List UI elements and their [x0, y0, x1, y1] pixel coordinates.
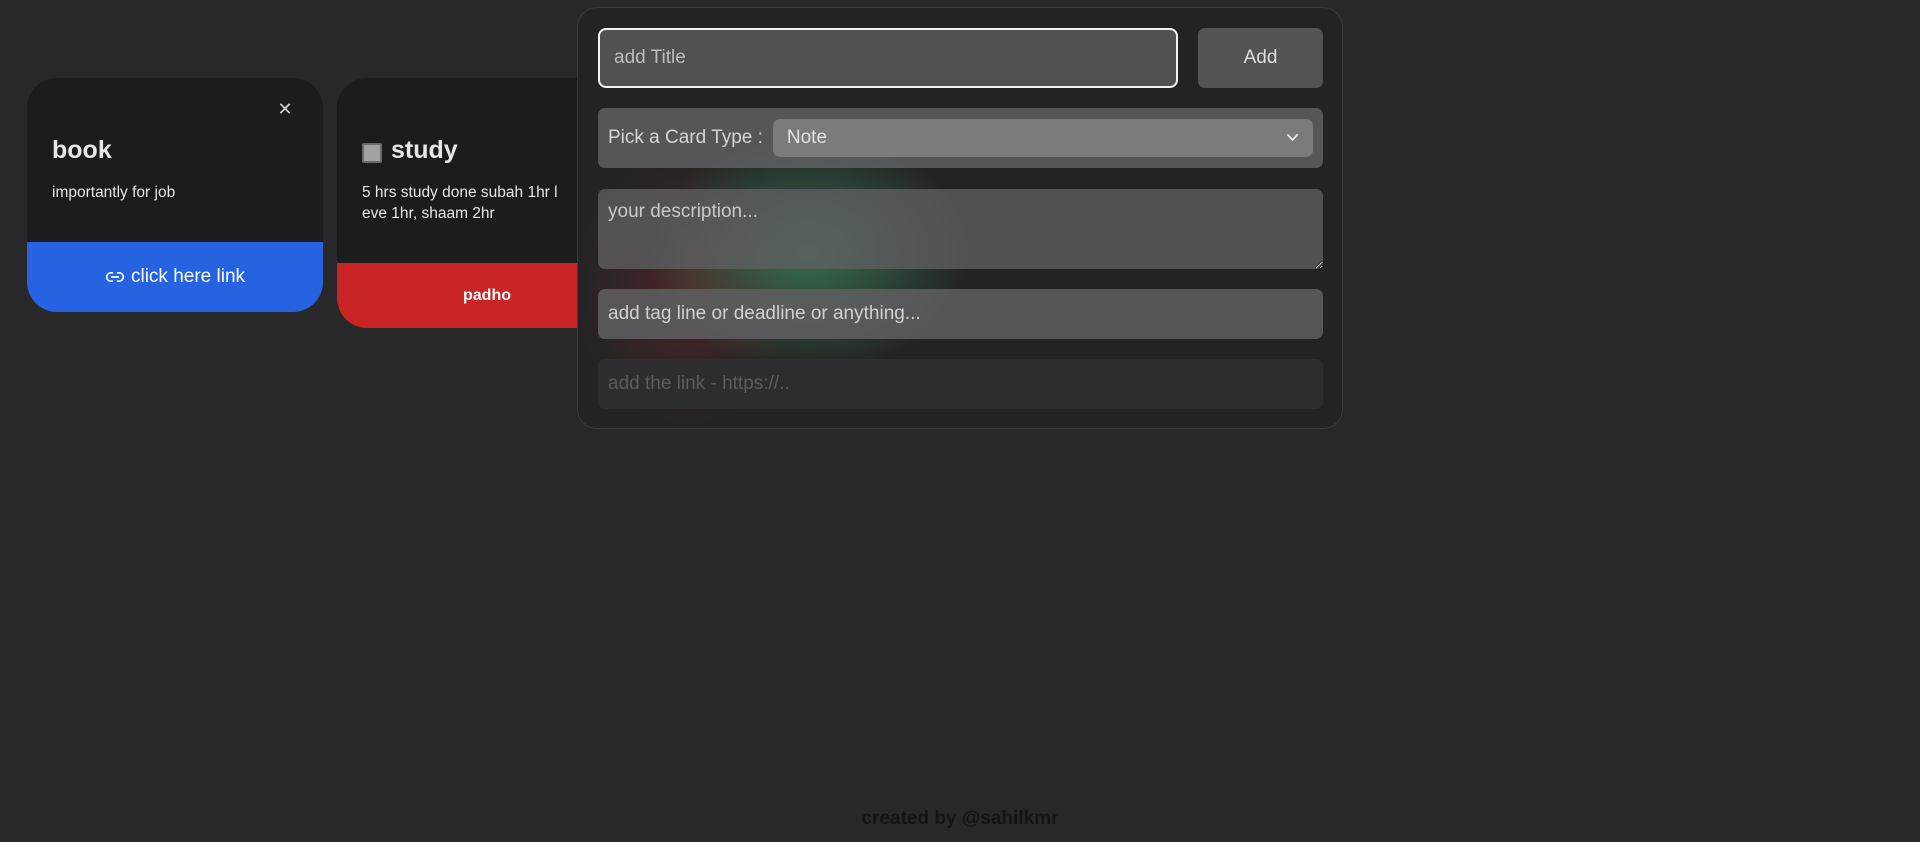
card-type-select[interactable]: Note [772, 119, 1313, 157]
page: ✕ book importantly for job click here li… [0, 0, 1920, 842]
card-type-row: Pick a Card Type : Note [598, 108, 1323, 168]
card-type-label: Pick a Card Type : [608, 127, 763, 148]
title-input[interactable] [598, 28, 1178, 88]
card-title: study [391, 136, 458, 164]
card-type-selected: Note [786, 127, 828, 148]
link-icon [105, 272, 125, 282]
card-description: importantly for job [52, 184, 176, 201]
card-title: book [52, 136, 112, 164]
card-link-button[interactable]: click here link [27, 242, 323, 312]
description-textarea[interactable] [598, 189, 1323, 269]
add-card-form: Add Pick a Card Type : Note [577, 7, 1343, 429]
link-input[interactable] [598, 359, 1323, 409]
add-button[interactable]: Add [1198, 28, 1323, 88]
card-link-label: click here link [130, 266, 246, 287]
task-checkbox[interactable] [362, 143, 382, 163]
chevron-down-icon [1286, 131, 1299, 146]
note-card-book: ✕ book importantly for job click here li… [27, 78, 323, 312]
close-icon[interactable]: ✕ [275, 100, 295, 120]
footer-credit: created by @sahilkmr [861, 808, 1059, 829]
tag-input[interactable] [598, 289, 1323, 339]
